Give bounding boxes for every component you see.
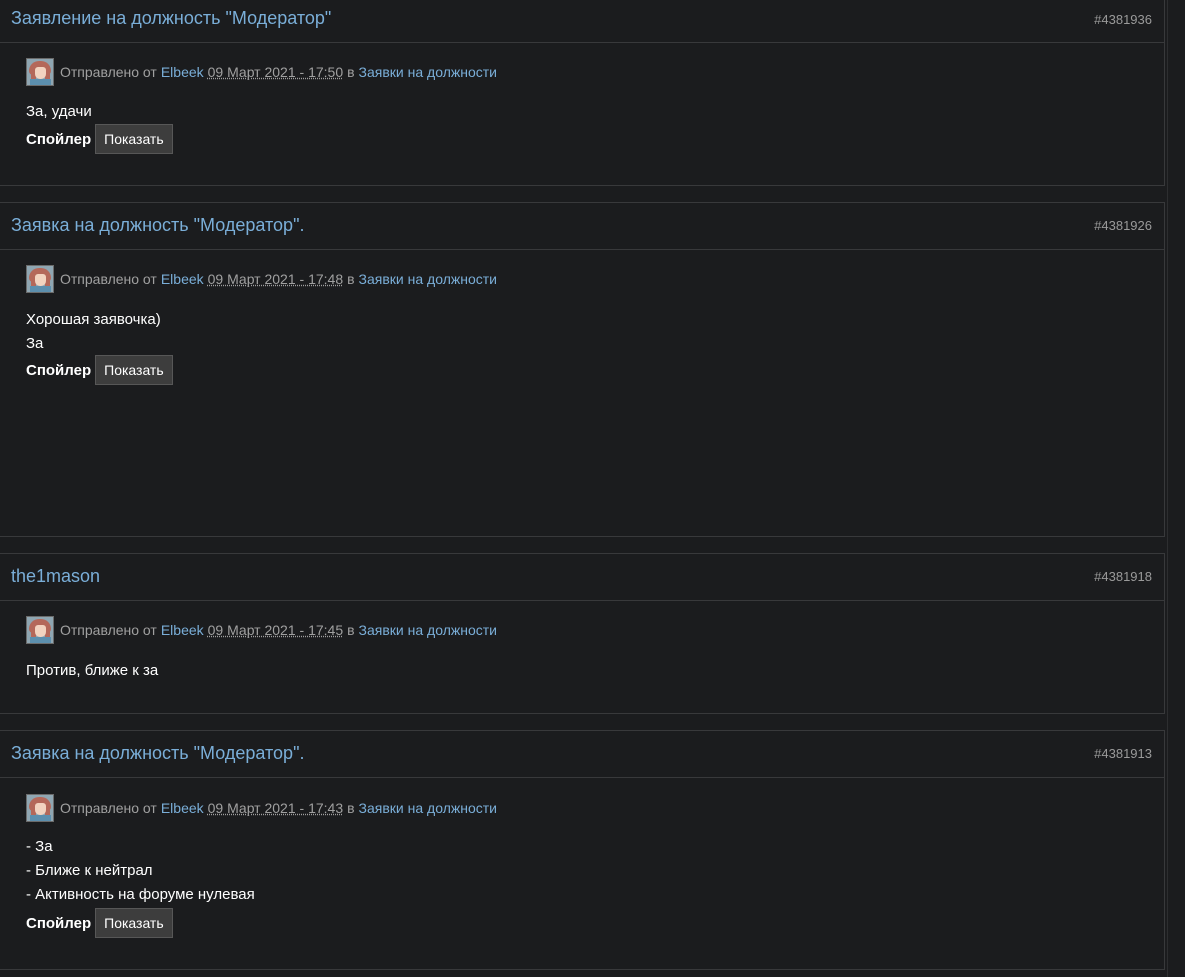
- post-body: Против, ближе к за: [26, 659, 158, 683]
- post-title-link[interactable]: Заявка на должность "Модератор".: [11, 743, 304, 764]
- post-meta: Отправлено от Elbeek 09 Март 2021 - 17:4…: [26, 615, 497, 645]
- forum-link[interactable]: Заявки на должности: [359, 271, 497, 287]
- spoiler-label: Спойлер: [26, 914, 92, 932]
- post: Заявка на должность "Модератор". #438192…: [0, 202, 1165, 537]
- in-label: в: [347, 622, 355, 638]
- post-date: 09 Март 2021 - 17:48: [207, 271, 344, 287]
- post-body: - За - Ближе к нейтрал - Активность на ф…: [26, 835, 255, 907]
- post-date: 09 Март 2021 - 17:43: [207, 800, 344, 816]
- post-line: - Активность на форуме нулевая: [26, 886, 255, 903]
- forum-link[interactable]: Заявки на должности: [359, 64, 497, 80]
- author-avatar[interactable]: [26, 58, 54, 86]
- post: Заявка на должность "Модератор". #438191…: [0, 730, 1165, 970]
- post-line: - За: [26, 838, 53, 855]
- post-header: Заявление на должность "Модератор" #4381…: [0, 0, 1164, 43]
- author-link[interactable]: Elbeek: [161, 64, 204, 80]
- post-id: #4381936: [1094, 12, 1152, 27]
- show-spoiler-button[interactable]: Показать: [95, 355, 173, 385]
- in-label: в: [347, 271, 355, 287]
- spoiler-label: Спойлер: [26, 130, 92, 148]
- post-id: #4381918: [1094, 569, 1152, 584]
- author-link[interactable]: Elbeek: [161, 271, 204, 287]
- post-id: #4381913: [1094, 746, 1152, 761]
- in-label: в: [347, 64, 355, 80]
- spoiler: Спойлер Показать: [26, 355, 173, 385]
- post-title-link[interactable]: Заявка на должность "Модератор".: [11, 215, 304, 236]
- post-title-link[interactable]: the1mason: [11, 566, 100, 587]
- sent-from-label: Отправлено от: [60, 800, 157, 816]
- post-meta: Отправлено от Elbeek 09 Март 2021 - 17:4…: [26, 264, 497, 294]
- spoiler: Спойлер Показать: [26, 908, 173, 938]
- author-avatar[interactable]: [26, 794, 54, 822]
- post-body: Хорошая заявочка) За: [26, 308, 161, 356]
- post-body: За, удачи: [26, 100, 92, 124]
- forum-link[interactable]: Заявки на должности: [359, 800, 497, 816]
- post: the1mason #4381918 Отправлено от Elbeek …: [0, 553, 1165, 714]
- post: Заявление на должность "Модератор" #4381…: [0, 0, 1165, 186]
- sent-from-label: Отправлено от: [60, 64, 157, 80]
- post-date: 09 Март 2021 - 17:45: [207, 622, 344, 638]
- post-header: Заявка на должность "Модератор". #438192…: [0, 203, 1164, 250]
- sent-from-label: Отправлено от: [60, 271, 157, 287]
- post-line: За: [26, 335, 44, 352]
- author-link[interactable]: Elbeek: [161, 800, 204, 816]
- forum-link[interactable]: Заявки на должности: [359, 622, 497, 638]
- post-meta: Отправлено от Elbeek 09 Март 2021 - 17:4…: [26, 793, 497, 823]
- post-date: 09 Март 2021 - 17:50: [207, 64, 344, 80]
- author-avatar[interactable]: [26, 265, 54, 293]
- post-line: Против, ближе к за: [26, 662, 159, 679]
- post-header: the1mason #4381918: [0, 554, 1164, 601]
- author-link[interactable]: Elbeek: [161, 622, 204, 638]
- page-scrollbar[interactable]: [1167, 0, 1185, 977]
- spoiler-label: Спойлер: [26, 361, 92, 379]
- post-meta: Отправлено от Elbeek 09 Март 2021 - 17:5…: [26, 57, 497, 87]
- post-line: Хорошая заявочка): [26, 311, 161, 328]
- post-line: - Ближе к нейтрал: [26, 862, 153, 879]
- in-label: в: [347, 800, 355, 816]
- post-title-link[interactable]: Заявление на должность "Модератор": [11, 8, 331, 29]
- post-header: Заявка на должность "Модератор". #438191…: [0, 731, 1164, 778]
- show-spoiler-button[interactable]: Показать: [95, 124, 173, 154]
- spoiler: Спойлер Показать: [26, 124, 173, 154]
- author-avatar[interactable]: [26, 616, 54, 644]
- post-id: #4381926: [1094, 218, 1152, 233]
- post-line: За, удачи: [26, 103, 92, 120]
- sent-from-label: Отправлено от: [60, 622, 157, 638]
- show-spoiler-button[interactable]: Показать: [95, 908, 173, 938]
